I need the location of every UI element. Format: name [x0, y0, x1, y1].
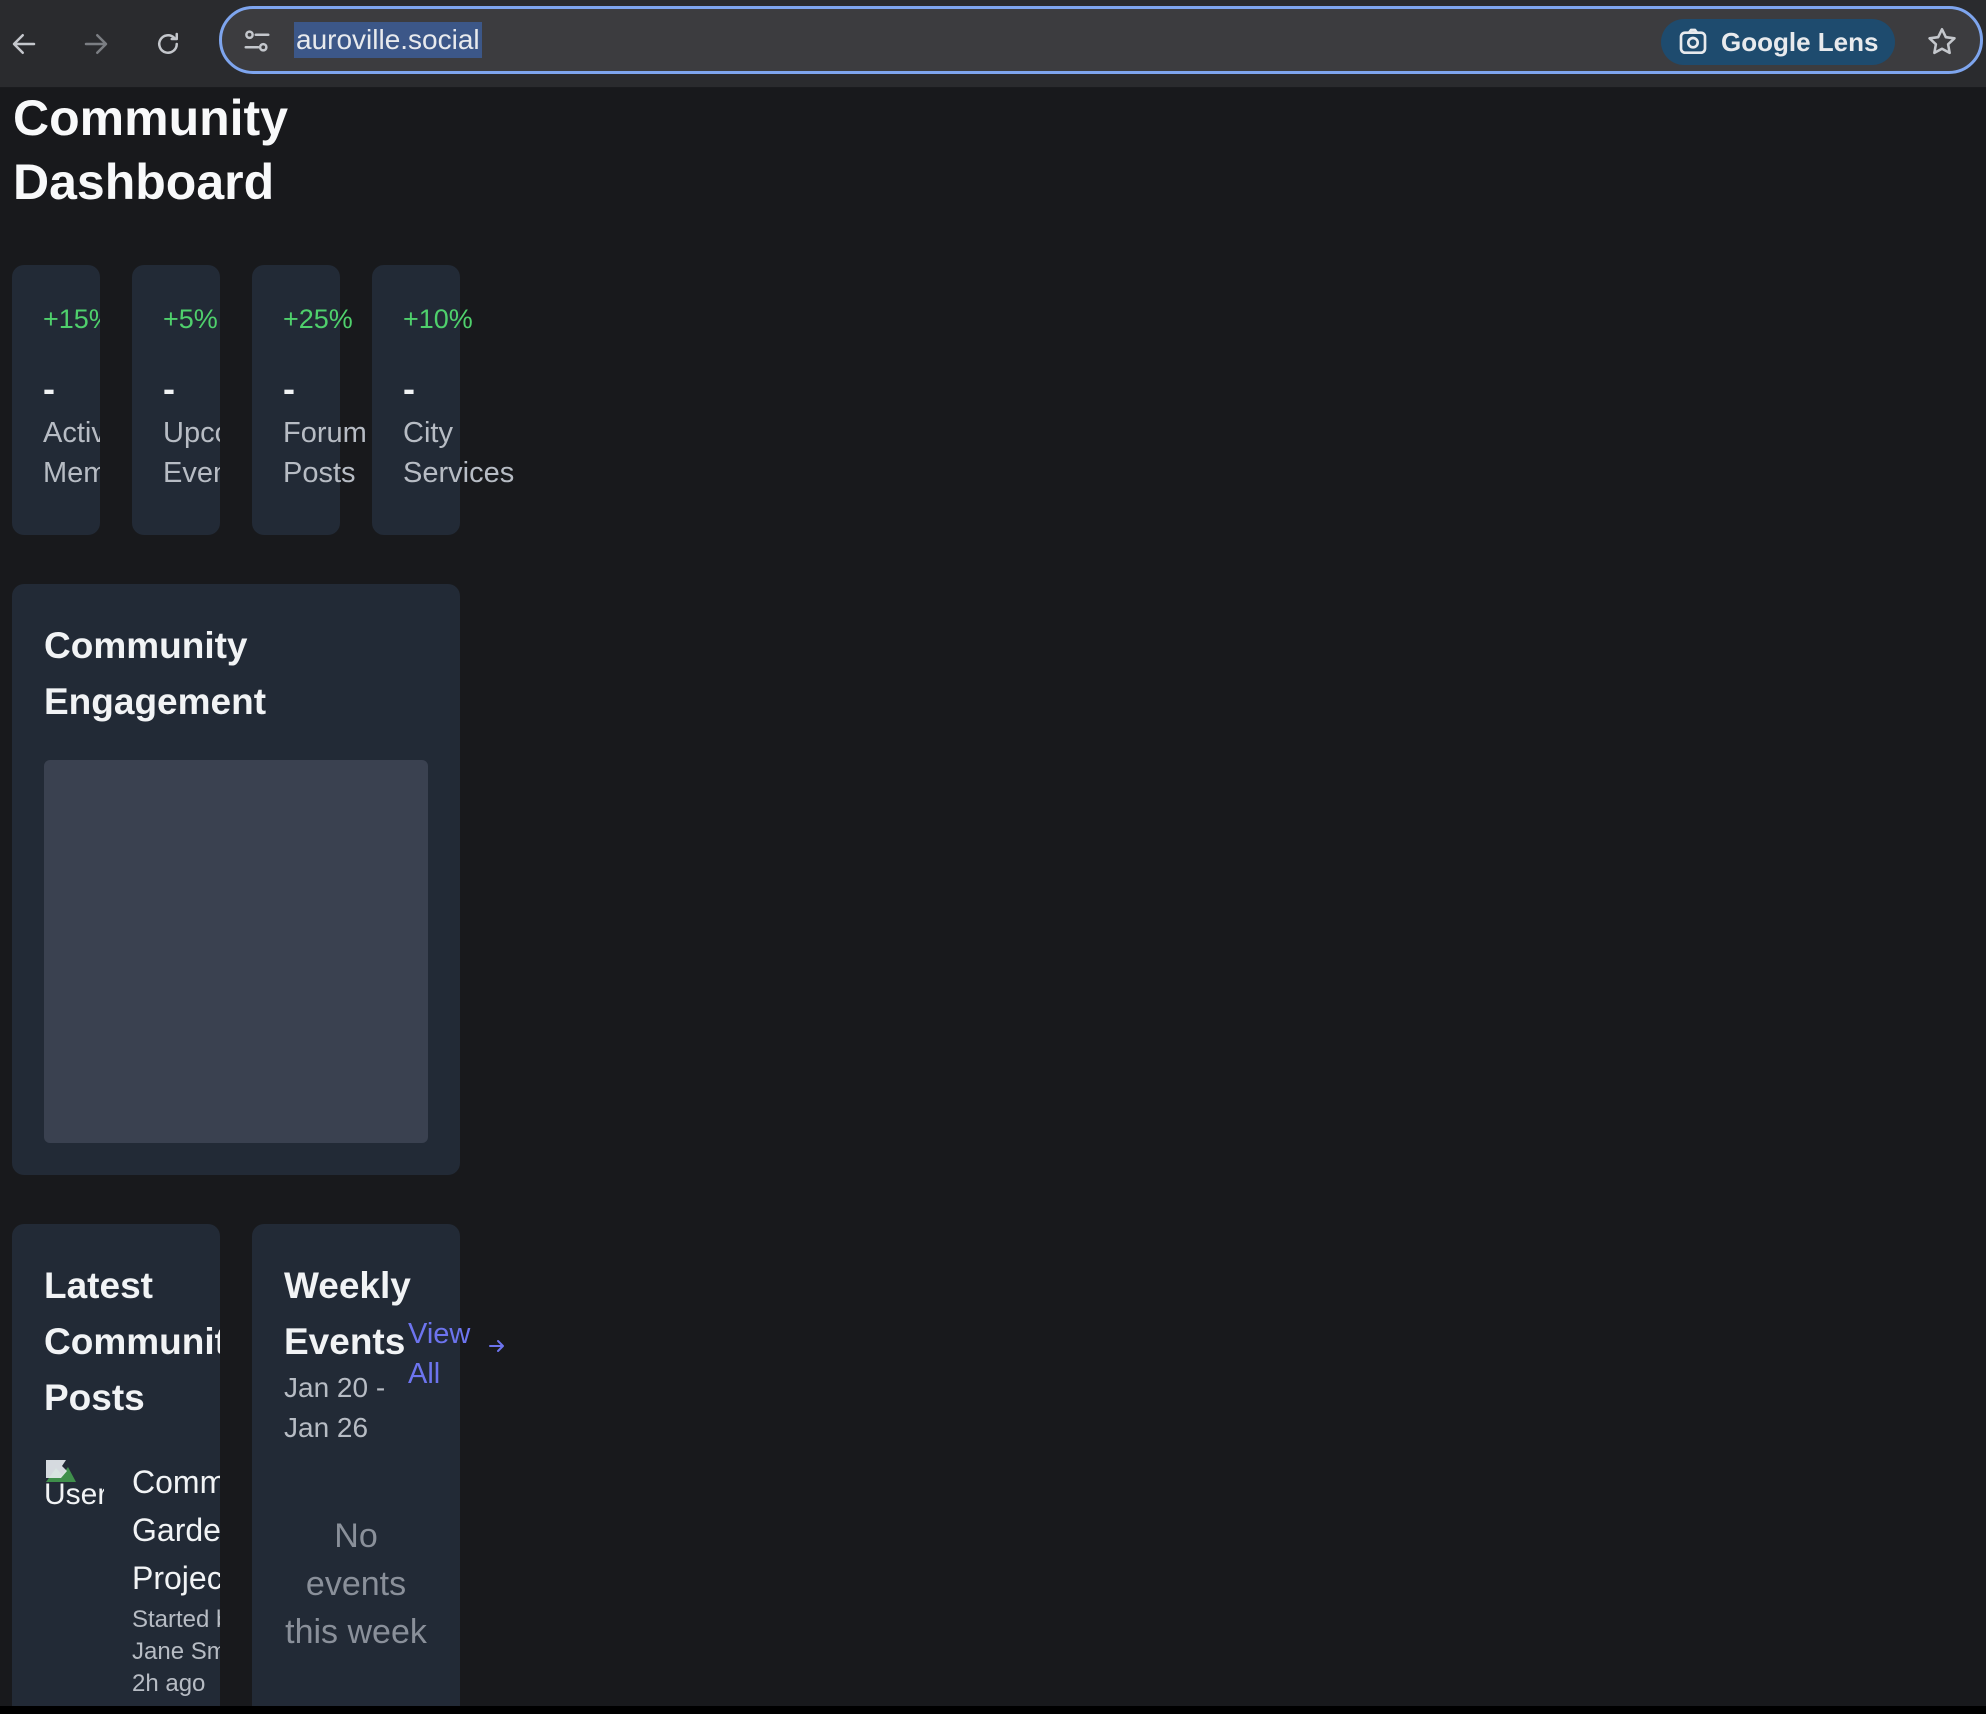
list-item[interactable]: Community Garden Project Started by Jane…: [132, 1458, 220, 1700]
date-range-line: Jan 20 -: [284, 1372, 386, 1403]
post-title[interactable]: Community: [132, 1458, 220, 1506]
stat-value: -: [163, 368, 175, 409]
engagement-chart-placeholder: [44, 760, 428, 1143]
window-bottom-edge: [0, 1706, 1986, 1714]
empty-state-line: this week: [285, 1613, 427, 1651]
posts-title-line: Community: [44, 1321, 220, 1362]
weekly-events-title: Weekly Events: [284, 1258, 424, 1370]
stat-label-line: Services: [403, 457, 515, 489]
avatar: User: [44, 1458, 104, 1518]
post-meta: Started by: [132, 1606, 220, 1633]
stat-label-line: Upcoming: [163, 417, 220, 449]
date-range-line: Jan 26: [284, 1412, 369, 1443]
arrow-right-icon[interactable]: [487, 1336, 507, 1356]
posts-title-line: Latest: [44, 1265, 153, 1306]
view-all-line[interactable]: View: [408, 1314, 478, 1354]
browser-toolbar: auroville.social Google Lens: [0, 0, 1986, 88]
stat-card-city-services: +10% - City Services: [372, 265, 514, 535]
google-lens-button[interactable]: Google Lens: [1661, 19, 1895, 65]
stat-label: Upcoming Events: [163, 413, 220, 493]
address-bar[interactable]: auroville.social Google Lens: [219, 6, 1983, 74]
engagement-title: Community Engagement: [44, 618, 364, 730]
stat-change: +15%: [43, 304, 100, 334]
stat-value: -: [43, 368, 55, 409]
site-settings-icon[interactable]: [242, 26, 272, 56]
post-meta: Jane Smith: [132, 1638, 220, 1665]
engagement-title-line: Engagement: [44, 681, 267, 722]
events-title-line: Weekly: [284, 1265, 411, 1306]
bookmark-star-icon[interactable]: [1925, 25, 1959, 59]
reload-button[interactable]: [144, 20, 192, 68]
reload-icon: [158, 32, 178, 54]
stat-label-line: Active: [43, 417, 100, 449]
stat-label-line: City: [403, 417, 453, 449]
stat-label: Active Members: [43, 413, 100, 493]
stat-value: -: [403, 368, 415, 409]
avatar-alt-text: User: [44, 1478, 104, 1511]
empty-state-line: events: [305, 1565, 407, 1603]
engagement-card: Community Engagement: [12, 584, 460, 1175]
latest-posts-card: Latest Community Posts User Community Ga…: [12, 1224, 220, 1714]
events-title-line: Events: [284, 1321, 406, 1362]
page-title: Community Dashboard: [13, 86, 333, 214]
empty-state-message: No events this week: [252, 1512, 460, 1656]
page-title-line: Community: [13, 90, 288, 146]
url-text[interactable]: auroville.social: [294, 22, 482, 58]
stat-card-active-members: +15% - Active Members: [12, 265, 100, 535]
weekly-events-card: Weekly Events View All Jan 20 - Jan 26 N…: [252, 1224, 504, 1714]
engagement-title-line: Community: [44, 625, 248, 666]
stat-change: +5%: [163, 304, 218, 334]
post-title[interactable]: Project: [132, 1554, 220, 1602]
empty-state-line: No: [334, 1517, 378, 1555]
stat-card-forum-posts: +25% - Forum Posts: [252, 265, 367, 535]
stat-label-line: Members: [43, 457, 100, 489]
stat-label: City Services: [403, 413, 603, 493]
post-title[interactable]: Garden: [132, 1506, 220, 1554]
events-date-range: Jan 20 - Jan 26: [284, 1368, 424, 1448]
camera-lens-icon: [1679, 28, 1707, 54]
post-timestamp: 2h ago: [132, 1670, 206, 1697]
stat-label-line: Events: [163, 457, 220, 489]
back-button[interactable]: [0, 20, 48, 68]
forward-button[interactable]: [72, 20, 120, 68]
latest-posts-title: Latest Community Posts: [44, 1258, 220, 1426]
google-lens-label: Google Lens: [1721, 26, 1879, 57]
posts-title-line: Posts: [44, 1377, 145, 1418]
stat-change: +10%: [403, 304, 473, 334]
arrow-left-icon: [12, 34, 36, 54]
arrow-right-icon: [84, 34, 108, 54]
page-title-line: Dashboard: [13, 154, 275, 210]
stat-card-upcoming-events: +5% - Upcoming Events: [132, 265, 220, 535]
